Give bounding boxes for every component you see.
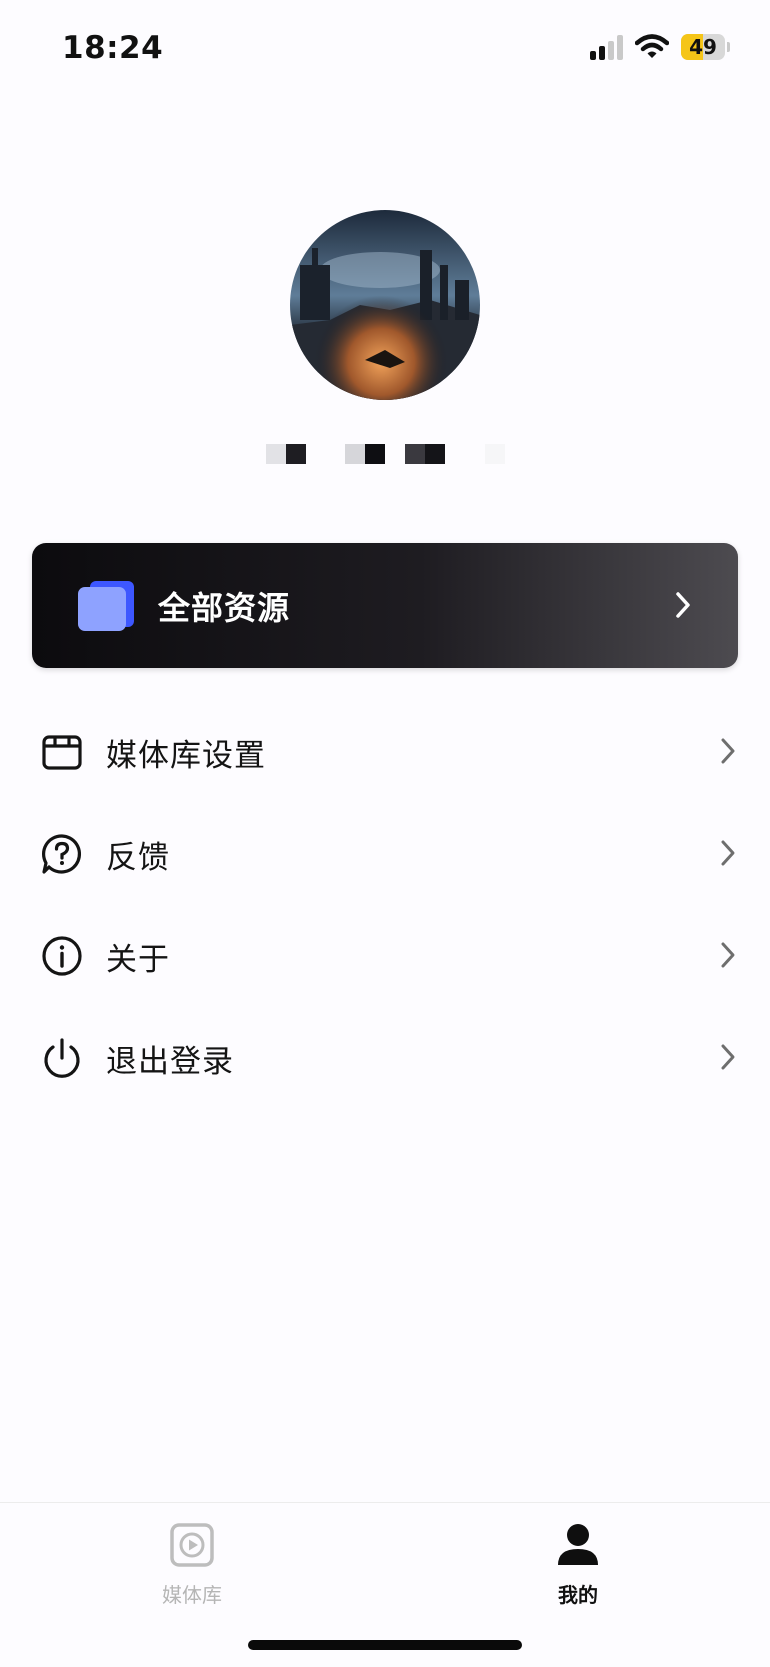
chevron-right-icon (721, 1044, 735, 1070)
status-time: 18:24 (62, 30, 164, 66)
home-indicator (248, 1640, 522, 1650)
chevron-right-icon (721, 738, 735, 764)
chevron-right-icon (721, 840, 735, 866)
tab-mine[interactable]: 我的 (478, 1521, 678, 1608)
status-icons: 49 (590, 34, 730, 60)
menu-item-feedback[interactable]: 反馈 (0, 814, 770, 894)
all-resources-button[interactable]: 全部资源 (32, 543, 738, 668)
menu-item-label: 媒体库设置 (106, 738, 266, 774)
cellular-signal-icon (590, 34, 623, 60)
menu-item-about[interactable]: 关于 (0, 916, 770, 996)
tab-label: 我的 (558, 1583, 598, 1607)
status-bar: 18:24 49 (0, 0, 770, 100)
all-resources-label: 全部资源 (158, 589, 291, 627)
info-icon (42, 936, 82, 976)
media-library-icon (42, 735, 82, 770)
menu-item-label: 关于 (106, 942, 170, 978)
chevron-right-icon (721, 942, 735, 968)
tab-media-library[interactable]: 媒体库 (92, 1521, 292, 1608)
menu-item-media-library-settings[interactable]: 媒体库设置 (0, 712, 770, 792)
avatar-image (290, 210, 480, 400)
menu-item-logout[interactable]: 退出登录 (0, 1018, 770, 1098)
person-icon (558, 1524, 598, 1565)
menu-item-label: 退出登录 (106, 1044, 234, 1080)
wifi-icon (635, 34, 669, 58)
chevron-right-icon (676, 592, 690, 618)
power-icon (44, 1038, 80, 1078)
username-redacted (0, 444, 770, 468)
folder-icon (78, 581, 134, 631)
play-icon (170, 1523, 214, 1567)
avatar[interactable] (290, 210, 480, 400)
tab-label: 媒体库 (162, 1583, 222, 1607)
battery-icon: 49 (681, 34, 725, 60)
battery-cap (727, 42, 730, 52)
menu-item-label: 反馈 (106, 840, 170, 876)
battery-level: 49 (689, 35, 717, 59)
feedback-icon (42, 834, 82, 874)
